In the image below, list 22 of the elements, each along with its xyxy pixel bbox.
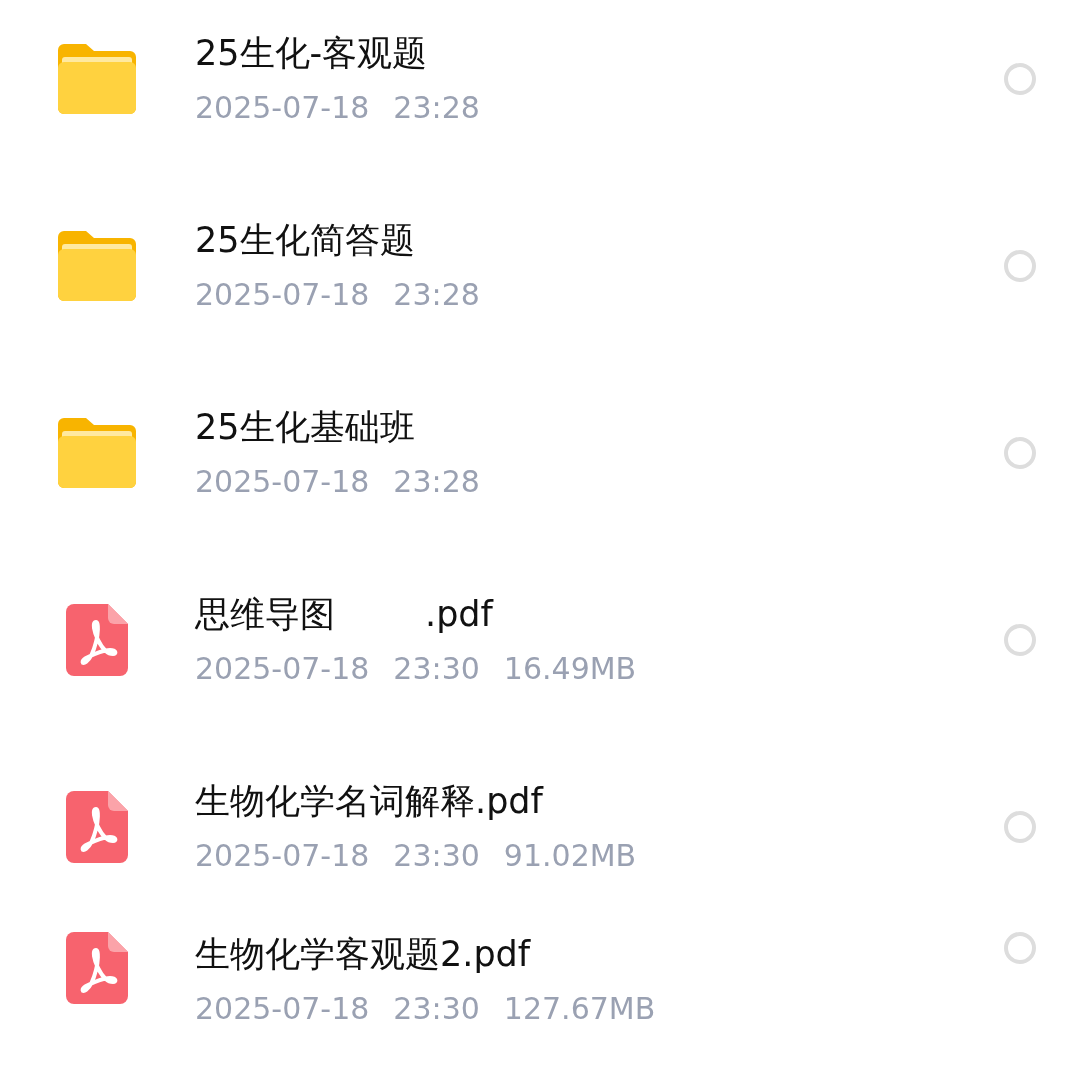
file-time: 23:30 (393, 649, 480, 688)
file-date: 2025-07-18 (195, 836, 370, 875)
file-time: 23:28 (393, 88, 480, 127)
file-date: 2025-07-18 (195, 275, 370, 314)
file-size: 16.49MB (503, 649, 637, 688)
file-size: 127.67MB (503, 990, 656, 1028)
file-name: 生物化学名词解释.pdf (195, 779, 543, 823)
file-date: 2025-07-18 (195, 649, 370, 688)
file-name: 25生化基础班 (195, 405, 415, 449)
file-date: 2025-07-18 (195, 462, 370, 501)
file-size: 91.02MB (503, 836, 637, 875)
file-date: 2025-07-18 (195, 990, 370, 1028)
file-name: 25生化简答题 (195, 218, 415, 262)
file-date: 2025-07-18 (195, 88, 370, 127)
file-name: .pdf (425, 592, 493, 636)
file-time: 23:28 (393, 275, 480, 314)
file-name: 生物化学客观题2.pdf (195, 933, 531, 976)
file-time: 23:30 (393, 836, 480, 875)
file-time: 23:28 (393, 462, 480, 501)
file-name: 25生化-客观题 (195, 31, 428, 75)
file-name: 思维导图 (195, 592, 335, 636)
file-time: 23:30 (393, 990, 480, 1028)
